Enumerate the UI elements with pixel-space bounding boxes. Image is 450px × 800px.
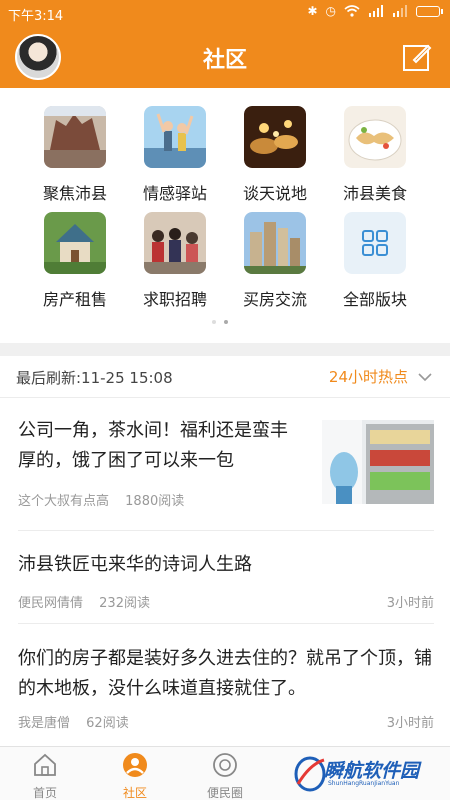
board-item-all[interactable]: 全部版块 bbox=[325, 212, 425, 310]
tab-convenience[interactable]: 便民圈 bbox=[180, 751, 270, 800]
board-grid: 聚焦沛县 情感驿站 谈天说地 沛县美食 房产租售 求职招聘 买房交流 全部版块 bbox=[0, 88, 450, 343]
board-label: 谈天说地 bbox=[242, 184, 307, 203]
board-label: 求职招聘 bbox=[142, 290, 207, 309]
post-reads: 1880阅读 bbox=[125, 494, 185, 509]
house-photo-icon bbox=[44, 212, 106, 274]
watermark-subtext: ShunHangRuanJianYuan bbox=[328, 780, 400, 787]
post-reads: 232阅读 bbox=[99, 596, 150, 611]
section-divider bbox=[0, 343, 450, 356]
signal-icon-2 bbox=[393, 5, 407, 17]
tab-home[interactable]: 首页 bbox=[0, 751, 90, 800]
post-reads: 62阅读 bbox=[86, 716, 129, 731]
watermark-text: 瞬航软件园 bbox=[324, 760, 420, 782]
grid-icon bbox=[344, 212, 406, 274]
watermark-logo: 瞬航软件园 ShunHangRuanJianYuan bbox=[292, 752, 442, 794]
post-meta: 我是唐僧 62阅读 bbox=[18, 712, 129, 731]
hot-filter-dropdown[interactable]: 24小时热点 bbox=[329, 366, 432, 387]
feed-header: 最后刷新:11-25 15:08 24小时热点 bbox=[0, 356, 450, 398]
board-item-food[interactable]: 沛县美食 bbox=[325, 106, 425, 204]
post-title: 公司一角，茶水间！福利还是蛮丰厚的，饿了困了可以来一包 bbox=[18, 420, 288, 471]
board-label: 买房交流 bbox=[242, 290, 307, 309]
tab-community[interactable]: 社区 bbox=[90, 751, 180, 800]
status-icons: ✱ ◷ bbox=[307, 4, 443, 18]
post-meta: 这个大叔有点高 1880阅读 bbox=[18, 490, 184, 509]
board-label: 聚焦沛县 bbox=[42, 184, 107, 203]
couple-photo-icon bbox=[144, 106, 206, 168]
post-item[interactable]: 沛县铁匠屯来华的诗词人生路 便民网倩倩 232阅读 3小时前 bbox=[18, 540, 434, 624]
status-time: 下午3:14 bbox=[8, 9, 64, 24]
page-indicator bbox=[212, 320, 228, 324]
signal-icon bbox=[369, 5, 383, 17]
post-author: 我是唐僧 bbox=[18, 716, 71, 731]
hot-filter-label: 24小时热点 bbox=[328, 368, 408, 386]
top-bar: 下午3:14 ✱ ◷ 社区 bbox=[0, 0, 450, 88]
post-time: 3小时前 bbox=[386, 596, 434, 611]
buildings-photo-icon bbox=[244, 212, 306, 274]
post-author: 便民网倩倩 bbox=[18, 596, 84, 611]
nav-bar: 社区 bbox=[0, 26, 450, 88]
board-item-jobs[interactable]: 求职招聘 bbox=[125, 212, 225, 310]
board-label: 沛县美食 bbox=[342, 184, 407, 203]
board-label: 房产租售 bbox=[42, 290, 107, 309]
crowd-photo-icon bbox=[144, 212, 206, 274]
statue-photo-icon bbox=[44, 106, 106, 168]
page-dot-active bbox=[224, 320, 228, 324]
board-item-chat[interactable]: 谈天说地 bbox=[225, 106, 325, 204]
post-author: 这个大叔有点高 bbox=[18, 494, 110, 509]
post-title: 你们的房子都是装好多久进去住的？就吊了个顶，铺的木地板，没什么味道直接就住了。 bbox=[18, 648, 432, 699]
chevron-down-icon bbox=[418, 372, 432, 381]
tab-label: 首页 bbox=[32, 786, 57, 800]
bluetooth-icon: ✱ bbox=[307, 4, 318, 18]
bottom-tab-bar: 首页 社区 便民圈 瞬航软件园 ShunHangRuanJianYuan bbox=[0, 746, 450, 800]
edit-icon[interactable] bbox=[402, 42, 432, 72]
board-item-housing[interactable]: 房产租售 bbox=[25, 212, 125, 310]
board-label: 情感驿站 bbox=[142, 184, 207, 203]
post-title: 沛县铁匠屯来华的诗词人生路 bbox=[18, 554, 252, 575]
wifi-icon bbox=[344, 5, 360, 17]
last-refresh-text: 最后刷新:11-25 15:08 bbox=[16, 369, 173, 387]
post-time: 3小时前 bbox=[386, 716, 434, 731]
post-item[interactable]: 你们的房子都是装好多久进去住的？就吊了个顶，铺的木地板，没什么味道直接就住了。 … bbox=[18, 632, 434, 742]
alarm-icon: ◷ bbox=[325, 4, 336, 18]
home-icon bbox=[34, 753, 56, 776]
pantry-photo-icon bbox=[322, 420, 434, 504]
page-dot bbox=[212, 320, 216, 324]
battery-icon bbox=[416, 5, 443, 17]
post-item[interactable]: 公司一角，茶水间！福利还是蛮丰厚的，饿了困了可以来一包 这个大叔有点高 1880… bbox=[18, 416, 434, 531]
tab-label: 社区 bbox=[122, 786, 147, 800]
watermark-emblem-icon bbox=[294, 756, 326, 792]
board-label: 全部版块 bbox=[342, 290, 407, 309]
board-item-focus[interactable]: 聚焦沛县 bbox=[25, 106, 125, 204]
candles-photo-icon bbox=[244, 106, 306, 168]
page-title: 社区 bbox=[202, 48, 247, 73]
status-bar: 下午3:14 ✱ ◷ bbox=[0, 0, 450, 26]
board-item-emotion[interactable]: 情感驿站 bbox=[125, 106, 225, 204]
community-icon bbox=[123, 753, 147, 777]
board-item-buy-house[interactable]: 买房交流 bbox=[225, 212, 325, 310]
dumplings-photo-icon bbox=[344, 106, 406, 168]
tab-label: 便民圈 bbox=[206, 786, 243, 800]
circle-icon bbox=[213, 753, 237, 777]
post-meta: 便民网倩倩 232阅读 bbox=[18, 592, 150, 611]
